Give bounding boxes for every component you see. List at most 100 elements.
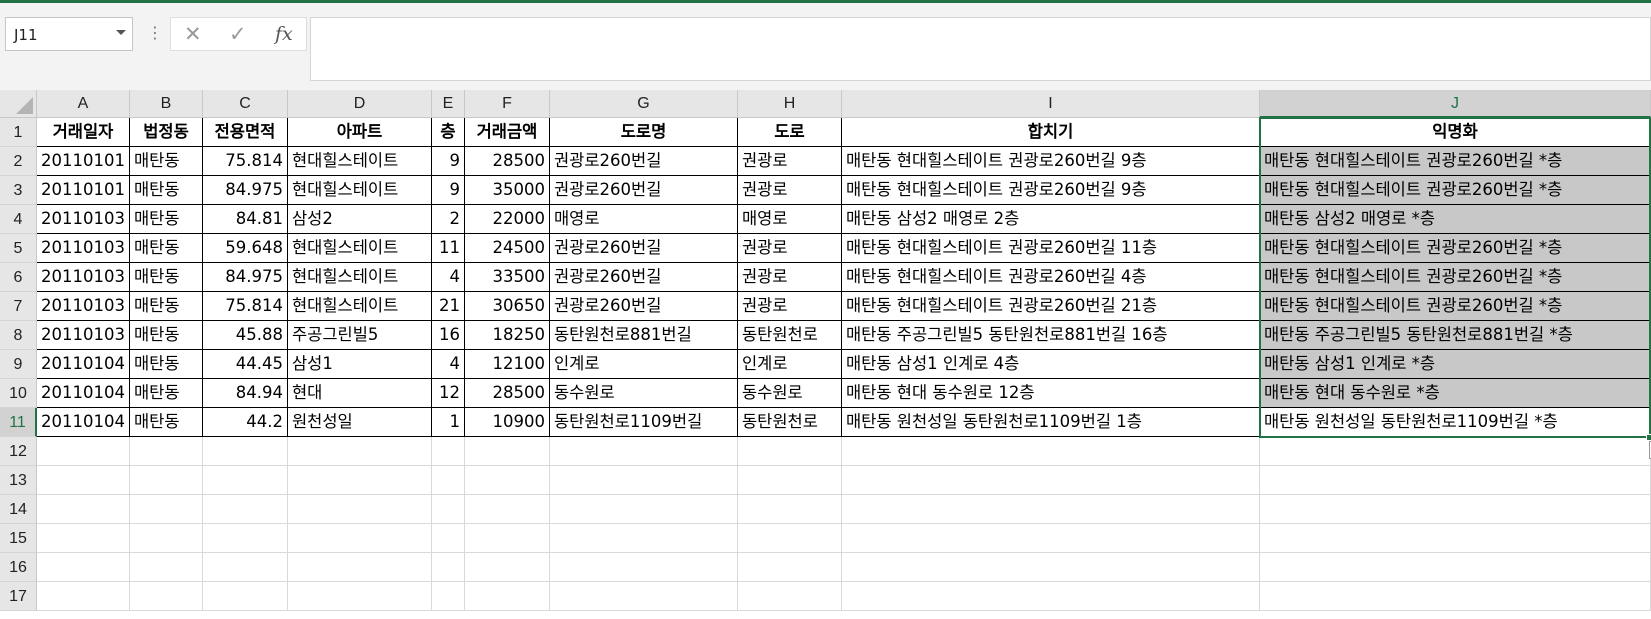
empty-cell[interactable] [130, 553, 203, 582]
data-cell[interactable]: 매탄동 주공그린빌5 동탄원천로881번길 *층 [1260, 321, 1651, 350]
data-cell[interactable]: 매탄동 삼성2 매영로 2층 [842, 205, 1260, 234]
empty-cell[interactable] [288, 466, 432, 495]
data-cell[interactable]: 동탄원천로1109번길 [550, 408, 738, 437]
data-cell[interactable]: 44.2 [203, 408, 288, 437]
data-cell[interactable]: 매탄동 [130, 263, 203, 292]
empty-cell[interactable] [842, 553, 1260, 582]
empty-cell[interactable] [738, 582, 842, 611]
data-cell[interactable]: 20110103 [37, 205, 130, 234]
data-cell[interactable]: 원천성일 [288, 408, 432, 437]
data-cell[interactable]: 20110103 [37, 263, 130, 292]
name-box[interactable]: J11 [5, 17, 133, 51]
data-cell[interactable]: 9 [432, 147, 465, 176]
data-cell[interactable]: 매탄동 [130, 321, 203, 350]
empty-cell[interactable] [203, 553, 288, 582]
data-cell[interactable]: 현대 [288, 379, 432, 408]
empty-cell[interactable] [130, 524, 203, 553]
empty-cell[interactable] [130, 495, 203, 524]
column-header-f[interactable]: F [465, 90, 550, 118]
empty-cell[interactable] [203, 524, 288, 553]
column-header-e[interactable]: E [432, 90, 465, 118]
empty-cell[interactable] [842, 524, 1260, 553]
header-cell[interactable]: 거래금액 [465, 118, 550, 147]
empty-cell[interactable] [738, 437, 842, 466]
data-cell[interactable]: 75.814 [203, 292, 288, 321]
data-cell[interactable]: 20110101 [37, 147, 130, 176]
empty-cell[interactable] [203, 495, 288, 524]
empty-cell[interactable] [465, 437, 550, 466]
data-cell[interactable]: 매탄동 현대힐스테이트 권광로260번길 11층 [842, 234, 1260, 263]
empty-cell[interactable] [1260, 524, 1651, 553]
empty-cell[interactable] [842, 582, 1260, 611]
data-cell[interactable]: 인계로 [550, 350, 738, 379]
data-cell[interactable]: 매탄동 [130, 205, 203, 234]
data-cell[interactable]: 권광로 [738, 234, 842, 263]
data-cell[interactable]: 매탄동 현대힐스테이트 권광로260번길 *층 [1260, 263, 1651, 292]
data-cell[interactable]: 매탄동 현대힐스테이트 권광로260번길 9층 [842, 147, 1260, 176]
row-header-11[interactable]: 11 [0, 408, 37, 437]
data-cell[interactable]: 권광로260번길 [550, 176, 738, 205]
empty-cell[interactable] [432, 495, 465, 524]
data-cell[interactable]: 매영로 [738, 205, 842, 234]
empty-cell[interactable] [550, 524, 738, 553]
empty-cell[interactable] [432, 524, 465, 553]
header-cell[interactable]: 법정동 [130, 118, 203, 147]
empty-cell[interactable] [288, 495, 432, 524]
data-cell[interactable]: 매탄동 [130, 234, 203, 263]
empty-cell[interactable] [288, 437, 432, 466]
row-header-2[interactable]: 2 [0, 147, 37, 176]
data-cell[interactable]: 삼성1 [288, 350, 432, 379]
data-cell[interactable]: 권광로 [738, 263, 842, 292]
empty-cell[interactable] [203, 582, 288, 611]
data-cell[interactable]: 주공그린빌5 [288, 321, 432, 350]
column-header-a[interactable]: A [37, 90, 130, 118]
data-cell[interactable]: 매탄동 [130, 379, 203, 408]
row-header-17[interactable]: 17 [0, 582, 37, 611]
data-cell[interactable]: 매탄동 [130, 408, 203, 437]
data-cell[interactable]: 28500 [465, 147, 550, 176]
data-cell[interactable]: 동수원로 [550, 379, 738, 408]
empty-cell[interactable] [550, 582, 738, 611]
enter-icon[interactable]: ✓ [229, 22, 247, 46]
data-cell[interactable]: 동수원로 [738, 379, 842, 408]
data-cell[interactable]: 16 [432, 321, 465, 350]
row-header-1[interactable]: 1 [0, 118, 37, 147]
data-cell[interactable]: 매탄동 [130, 176, 203, 205]
empty-cell[interactable] [203, 466, 288, 495]
empty-cell[interactable] [842, 495, 1260, 524]
data-cell[interactable]: 권광로260번길 [550, 292, 738, 321]
data-cell[interactable]: 권광로 [738, 147, 842, 176]
column-header-i[interactable]: I [842, 90, 1260, 118]
data-cell[interactable]: 매탄동 원천성일 동탄원천로1109번길 *층 [1260, 408, 1651, 437]
empty-cell[interactable] [738, 495, 842, 524]
empty-cell[interactable] [1260, 553, 1651, 582]
column-header-d[interactable]: D [288, 90, 432, 118]
data-cell[interactable]: 28500 [465, 379, 550, 408]
more-options-icon[interactable]: ⋮ [147, 23, 163, 43]
data-cell[interactable]: 84.975 [203, 263, 288, 292]
empty-cell[interactable] [203, 437, 288, 466]
data-cell[interactable]: 현대힐스테이트 [288, 292, 432, 321]
data-cell[interactable]: 권광로260번길 [550, 263, 738, 292]
data-cell[interactable]: 매영로 [550, 205, 738, 234]
data-cell[interactable]: 4 [432, 350, 465, 379]
data-cell[interactable]: 매탄동 [130, 350, 203, 379]
empty-cell[interactable] [842, 466, 1260, 495]
data-cell[interactable]: 현대힐스테이트 [288, 147, 432, 176]
empty-cell[interactable] [738, 466, 842, 495]
data-cell[interactable]: 현대힐스테이트 [288, 176, 432, 205]
empty-cell[interactable] [432, 582, 465, 611]
data-cell[interactable]: 20110104 [37, 408, 130, 437]
data-cell[interactable]: 매탄동 현대힐스테이트 권광로260번길 21층 [842, 292, 1260, 321]
data-cell[interactable]: 현대힐스테이트 [288, 234, 432, 263]
header-cell[interactable]: 익명화 [1260, 118, 1651, 147]
empty-cell[interactable] [1260, 437, 1651, 466]
data-cell[interactable]: 18250 [465, 321, 550, 350]
data-cell[interactable]: 매탄동 삼성1 인계로 *층 [1260, 350, 1651, 379]
data-cell[interactable]: 44.45 [203, 350, 288, 379]
empty-cell[interactable] [37, 437, 130, 466]
data-cell[interactable]: 30650 [465, 292, 550, 321]
fill-handle[interactable] [1646, 434, 1651, 441]
data-cell[interactable]: 12100 [465, 350, 550, 379]
data-cell[interactable]: 현대힐스테이트 [288, 263, 432, 292]
